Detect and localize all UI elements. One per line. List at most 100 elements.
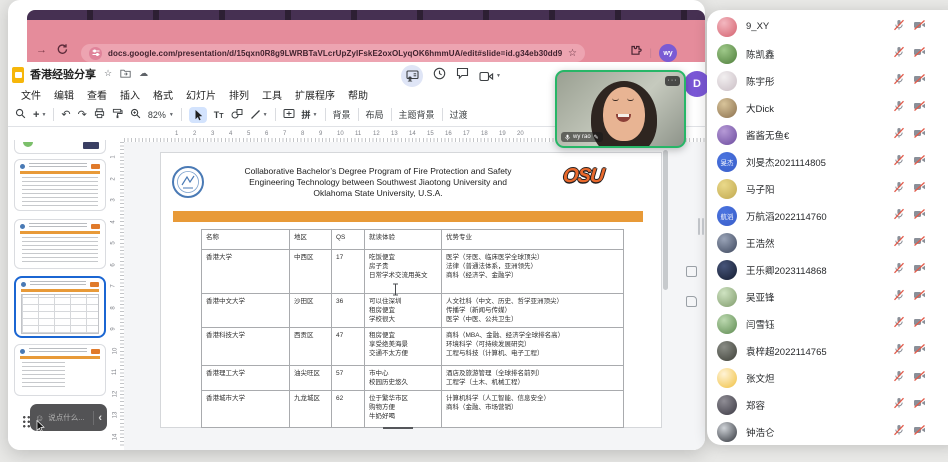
menu-item[interactable]: 帮助	[348, 87, 368, 102]
participant-row[interactable]: 王浩然	[707, 229, 948, 256]
zoom-in-icon[interactable]	[130, 108, 141, 121]
participant-name: 大Dick	[746, 101, 774, 115]
toolbar-divider	[391, 108, 392, 121]
ruler-number: 1	[175, 131, 178, 137]
move-folder-icon[interactable]	[120, 69, 131, 78]
bookmark-star-icon[interactable]: ☆	[568, 48, 577, 59]
camera-muted-icon	[913, 423, 926, 441]
participant-row[interactable]: 张文炟	[707, 364, 948, 391]
select-tool[interactable]	[189, 107, 207, 123]
participant-row[interactable]: 大Dick	[707, 94, 948, 121]
edit-name-icon[interactable]: ✎	[594, 134, 599, 141]
comments-icon[interactable]	[456, 67, 469, 85]
table-cell: 西贡区	[290, 328, 332, 366]
table-header-cell: 名称	[202, 230, 290, 250]
side-panel-icon[interactable]	[686, 296, 697, 307]
version-history-icon[interactable]	[433, 67, 446, 85]
meet-camera-icon[interactable]: ▼	[479, 71, 501, 82]
panel-resize-handle[interactable]	[698, 218, 704, 235]
participant-row[interactable]: 陈宇彤	[707, 67, 948, 94]
participant-row[interactable]: 钟浩仑	[707, 418, 948, 445]
toolbar-divider: |	[649, 48, 652, 59]
participant-row[interactable]: 9_XY	[707, 13, 948, 40]
participant-row[interactable]: 闫雪钰	[707, 310, 948, 337]
menu-item[interactable]: 文件	[21, 87, 41, 102]
reload-icon[interactable]	[56, 43, 68, 59]
participant-row[interactable]: 吴亚锋	[707, 283, 948, 310]
participant-row[interactable]: 航滔万航滔2022114760	[707, 202, 948, 229]
zoom-level-control[interactable]: 82%▼	[148, 110, 174, 120]
menu-item[interactable]: 排列	[229, 87, 249, 102]
camera-muted-icon	[913, 18, 926, 36]
participant-name: 马子阳	[746, 182, 775, 196]
participant-name: 郑容	[746, 398, 765, 412]
menu-item[interactable]: 编辑	[54, 87, 74, 102]
slideshow-button[interactable]	[401, 65, 423, 87]
search-menus-icon[interactable]	[15, 108, 26, 121]
print-icon[interactable]	[94, 108, 105, 121]
menu-item[interactable]: 幻灯片	[186, 87, 216, 102]
participant-row[interactable]: 袁梓超2022114765	[707, 337, 948, 364]
current-slide[interactable]: Collaborative Bachelor’s Degree Program …	[160, 152, 662, 428]
star-document-icon[interactable]: ☆	[104, 68, 112, 79]
slide-thumbnail[interactable]	[14, 159, 106, 211]
background-button[interactable]: 背景	[333, 108, 351, 121]
participant-row[interactable]: 酱酱无鱼€	[707, 121, 948, 148]
address-bar[interactable]: docs.google.com/presentation/d/15qxn0R8g…	[81, 44, 585, 62]
browser-profile-avatar[interactable]: wy	[659, 44, 677, 62]
participant-row[interactable]: 郑容	[707, 391, 948, 418]
camera-muted-icon	[913, 45, 926, 63]
slides-app-icon[interactable]	[12, 67, 24, 83]
ruler-number: 11	[112, 369, 118, 375]
chat-input[interactable]: 说点什么...	[48, 412, 89, 423]
menu-item[interactable]: 格式	[153, 87, 173, 102]
participant-row[interactable]: 旻杰刘旻杰2021114805	[707, 148, 948, 175]
table-header-cell: 优势专业	[442, 230, 624, 250]
side-panel-icon[interactable]	[686, 266, 697, 277]
collapse-chat-icon[interactable]: ‹	[98, 413, 102, 423]
browser-tab-strip[interactable]	[27, 10, 705, 20]
slide-thumbnail[interactable]	[14, 219, 106, 269]
text-box-tool[interactable]	[283, 108, 295, 121]
participant-row[interactable]: 陈凯鑫	[707, 40, 948, 67]
undo-icon[interactable]: ↶	[61, 108, 70, 121]
text-tool[interactable]: TT	[214, 110, 224, 120]
shape-tool[interactable]	[231, 108, 243, 121]
menu-item[interactable]: 工具	[262, 87, 282, 102]
layout-button[interactable]: 布局	[366, 108, 384, 121]
slide-thumbnail[interactable]	[14, 344, 106, 396]
slide-canvas[interactable]: Collaborative Bachelor’s Degree Program …	[124, 142, 705, 450]
table-cell: 香港城市大学	[202, 391, 290, 428]
forward-icon[interactable]: →	[36, 44, 47, 57]
theme-button[interactable]: 主题背景	[399, 108, 435, 121]
transition-button[interactable]: 过渡	[450, 108, 468, 121]
extensions-icon[interactable]	[629, 44, 642, 62]
site-settings-icon[interactable]	[89, 47, 102, 60]
participant-row[interactable]: 王乐卿2023114868	[707, 256, 948, 283]
line-tool[interactable]: ▼	[250, 109, 268, 120]
vertical-ruler[interactable]: 1234567891011121314	[112, 142, 124, 448]
webcam-video-tile[interactable]: ··· wy rao ✎	[555, 70, 686, 148]
toolbar-divider	[325, 108, 326, 121]
participant-avatar	[717, 125, 737, 145]
slide-thumbnail-partial[interactable]	[14, 140, 106, 154]
menu-item[interactable]: 扩展程序	[295, 87, 335, 102]
cloud-status-icon[interactable]: ☁	[139, 68, 148, 79]
zoom-add-control[interactable]: +▼	[33, 109, 46, 121]
toolbar-divider	[181, 108, 182, 121]
ruler-number: 8	[301, 131, 304, 137]
document-title[interactable]: 香港经验分享	[30, 66, 96, 82]
participant-row[interactable]: 马子阳	[707, 175, 948, 202]
video-tile-menu-button[interactable]: ···	[665, 76, 680, 86]
ruler-number: 18	[481, 131, 488, 137]
ruler-number: 1	[111, 155, 117, 158]
menu-item[interactable]: 查看	[87, 87, 107, 102]
slide-thumbnail-selected[interactable]	[14, 276, 106, 338]
paint-format-icon[interactable]	[112, 108, 123, 121]
menu-item[interactable]: 插入	[120, 87, 140, 102]
redo-icon[interactable]: ↷	[78, 108, 87, 121]
canvas-scrollbar[interactable]	[663, 150, 668, 290]
dock-grid-icon[interactable]	[22, 415, 31, 428]
pin-tool[interactable]: 拼▼	[302, 108, 318, 121]
browser-toolbar: → docs.google.com/presentation/d/15qxn0R…	[27, 20, 705, 62]
